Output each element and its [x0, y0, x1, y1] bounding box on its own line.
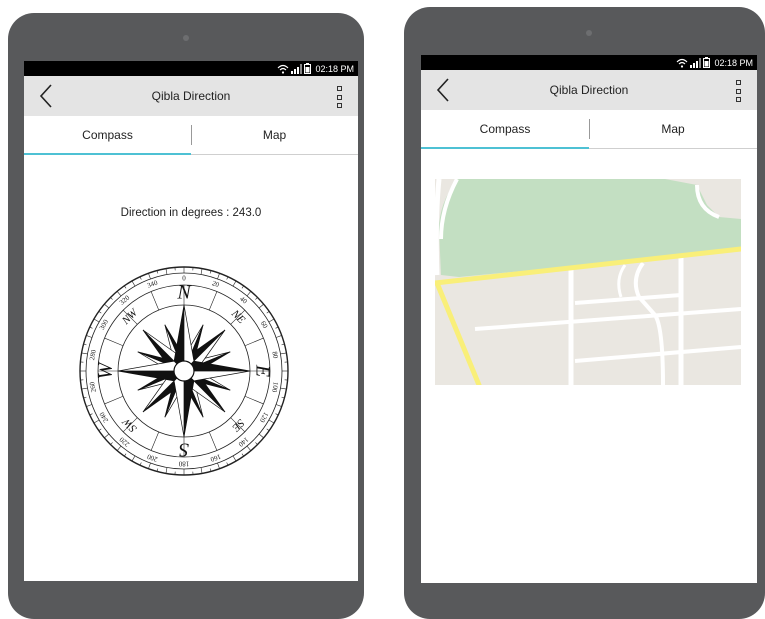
- status-time: 02:18 PM: [714, 58, 753, 68]
- front-camera: [586, 30, 592, 36]
- tab-compass[interactable]: Compass: [421, 110, 589, 148]
- status-bar: 02:18 PM: [24, 61, 358, 76]
- front-camera: [183, 35, 189, 41]
- menu-dot-icon: [337, 86, 342, 91]
- tab-compass-label: Compass: [480, 122, 531, 136]
- compass-cardinal-label: W: [95, 360, 117, 379]
- signal-icon: [291, 64, 302, 74]
- menu-dot-icon: [337, 95, 342, 100]
- back-button[interactable]: [431, 78, 455, 102]
- battery-icon: [703, 57, 710, 68]
- tablet-frame-compass: 02:18 PM Qibla Direction Compass Map: [8, 13, 364, 619]
- screen-compass: 02:18 PM Qibla Direction Compass Map: [24, 61, 358, 581]
- tab-bar: Compass Map: [421, 110, 757, 149]
- back-chevron-icon: [39, 84, 53, 108]
- tab-map-label: Map: [661, 122, 684, 136]
- battery-icon: [304, 63, 311, 74]
- tab-map-label: Map: [263, 128, 286, 142]
- app-bar: Qibla Direction: [421, 70, 757, 110]
- overflow-menu-button[interactable]: [733, 80, 743, 102]
- menu-dot-icon: [736, 89, 741, 94]
- screen-map: 02:18 PM Qibla Direction Compass Map: [421, 55, 757, 583]
- menu-dot-icon: [736, 97, 741, 102]
- back-button[interactable]: [34, 84, 58, 108]
- status-bar: 02:18 PM: [421, 55, 757, 70]
- status-icons: [277, 64, 311, 74]
- app-bar: Qibla Direction: [24, 76, 358, 116]
- qibla-map[interactable]: [435, 179, 741, 385]
- overflow-menu-button[interactable]: [334, 86, 344, 108]
- tab-map[interactable]: Map: [589, 110, 757, 148]
- menu-dot-icon: [337, 103, 342, 108]
- tab-compass-label: Compass: [82, 128, 133, 142]
- app-title: Qibla Direction: [550, 83, 629, 97]
- compass-cardinal-label: E: [251, 364, 273, 377]
- wifi-icon: [277, 64, 289, 74]
- compass-cardinal-label: N: [176, 282, 192, 304]
- compass-center-hub: [174, 361, 194, 381]
- signal-icon: [690, 58, 701, 68]
- status-time: 02:18 PM: [315, 64, 354, 74]
- menu-dot-icon: [736, 80, 741, 85]
- app-title: Qibla Direction: [152, 89, 231, 103]
- wifi-icon: [676, 58, 688, 68]
- tablet-frame-map: 02:18 PM Qibla Direction Compass Map: [404, 7, 765, 619]
- tab-map[interactable]: Map: [191, 116, 358, 154]
- tab-compass[interactable]: Compass: [24, 116, 191, 154]
- compass-rose: 0204060801001201401601802002202402602803…: [74, 261, 294, 481]
- tab-bar: Compass Map: [24, 116, 358, 155]
- status-icons: [676, 58, 710, 68]
- back-chevron-icon: [436, 78, 450, 102]
- direction-readout: Direction in degrees : 243.0: [24, 207, 358, 219]
